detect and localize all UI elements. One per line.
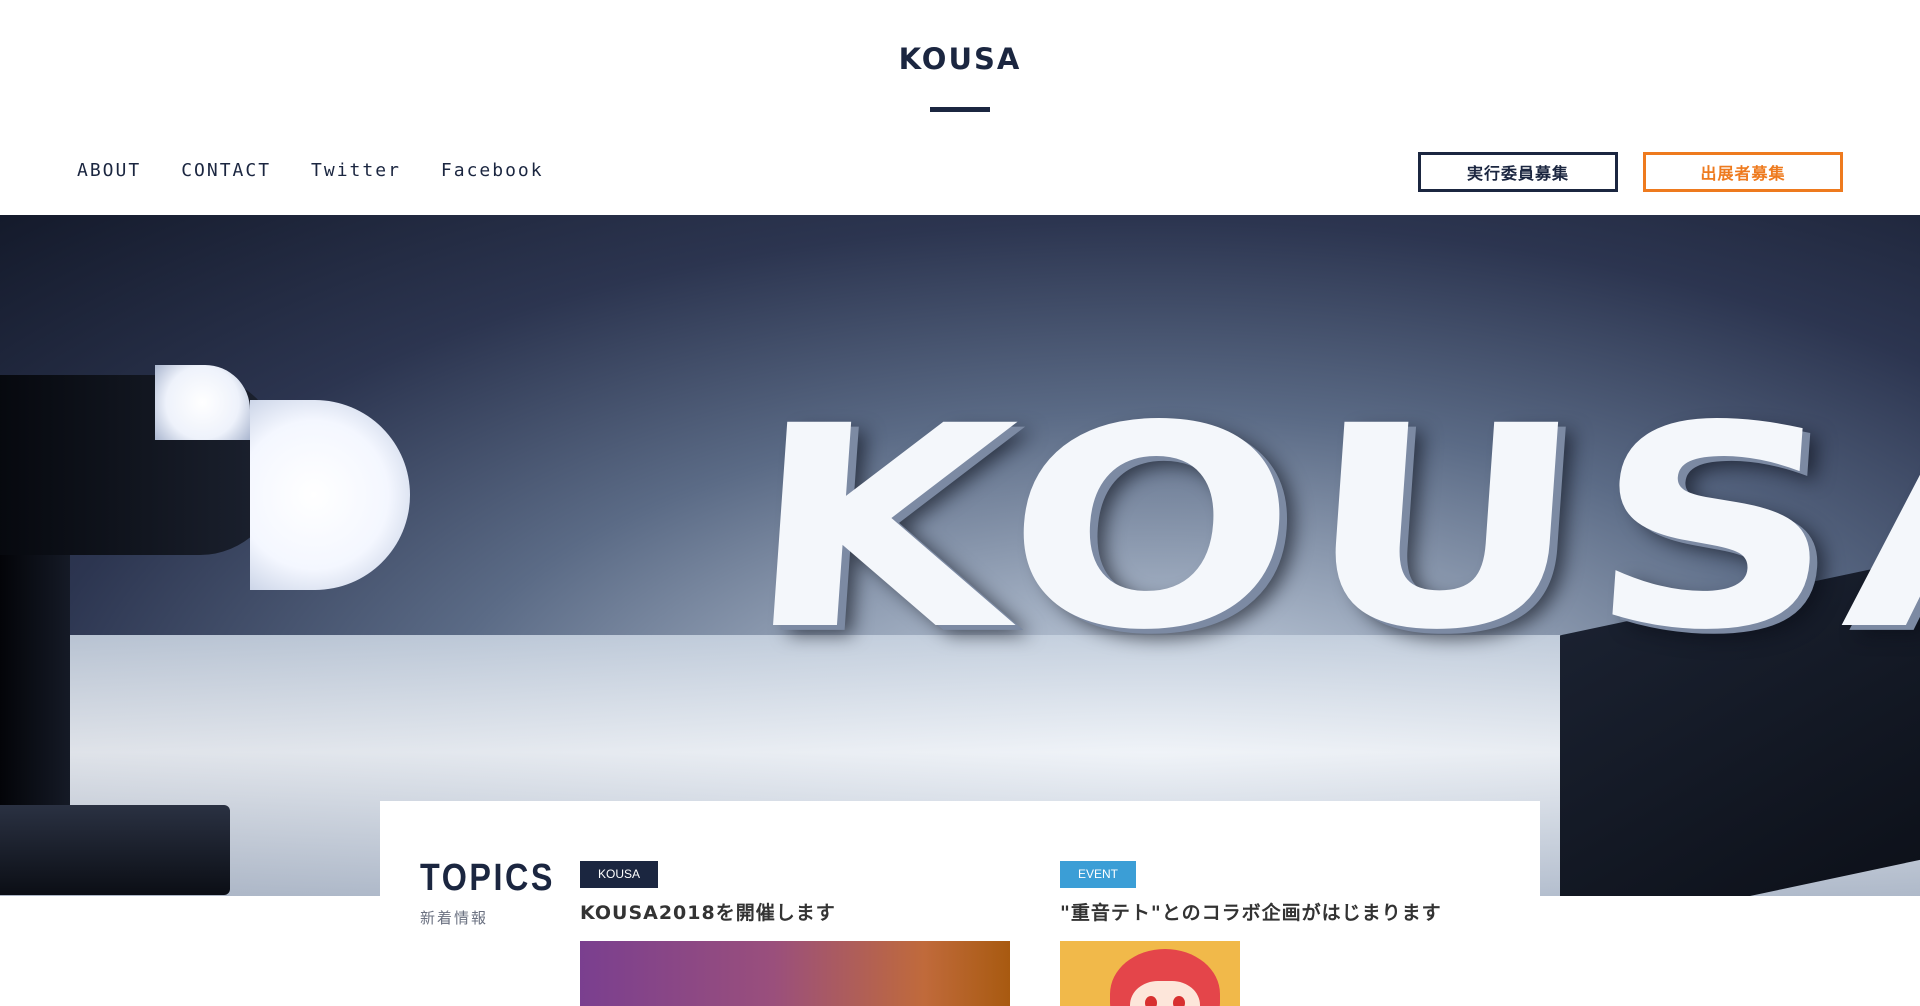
post-thumbnail[interactable] (580, 941, 1010, 1006)
site-header: KOUSA ABOUT CONTACT Twitter Facebook 実行委… (0, 0, 1920, 215)
topics-subtitle: 新着情報 (420, 909, 489, 927)
site-logo[interactable]: KOUSA (0, 42, 1920, 76)
logo-underline (930, 107, 990, 112)
post-thumbnail[interactable] (1060, 941, 1240, 1006)
nav-twitter-link[interactable]: Twitter (311, 160, 401, 181)
topics-title: TOPICS (420, 857, 555, 899)
lamp-bulb (250, 400, 410, 590)
nav-about-link[interactable]: ABOUT (77, 160, 141, 181)
lamp-illustration (0, 265, 410, 895)
topic-post[interactable]: KOUSA KOUSA2018を開催します (580, 861, 1010, 1006)
hero-letters: KOUSA (737, 366, 1920, 692)
lamp-bulb-small (155, 365, 250, 440)
hero-image: KOUSA (0, 215, 1920, 896)
committee-recruit-button[interactable]: 実行委員募集 (1418, 152, 1618, 192)
post-tag[interactable]: EVENT (1060, 861, 1137, 888)
nav-facebook-link[interactable]: Facebook (441, 160, 544, 181)
topics-section: TOPICS 新着情報 KOUSA KOUSA2018を開催します EVENT … (380, 801, 1540, 1006)
post-title[interactable]: "重音テト"とのコラボ企画がはじまります (1060, 898, 1490, 925)
nav-contact-link[interactable]: CONTACT (181, 160, 271, 181)
lamp-stand (0, 545, 70, 845)
lamp-base (0, 805, 230, 895)
character-eye (1145, 996, 1157, 1006)
topic-post[interactable]: EVENT "重音テト"とのコラボ企画がはじまります (1060, 861, 1490, 1006)
post-title[interactable]: KOUSA2018を開催します (580, 898, 1010, 925)
exhibitor-recruit-button[interactable]: 出展者募集 (1643, 152, 1843, 192)
main-nav: ABOUT CONTACT Twitter Facebook (77, 160, 584, 181)
post-tag[interactable]: KOUSA (580, 861, 659, 888)
character-eye (1173, 996, 1185, 1006)
